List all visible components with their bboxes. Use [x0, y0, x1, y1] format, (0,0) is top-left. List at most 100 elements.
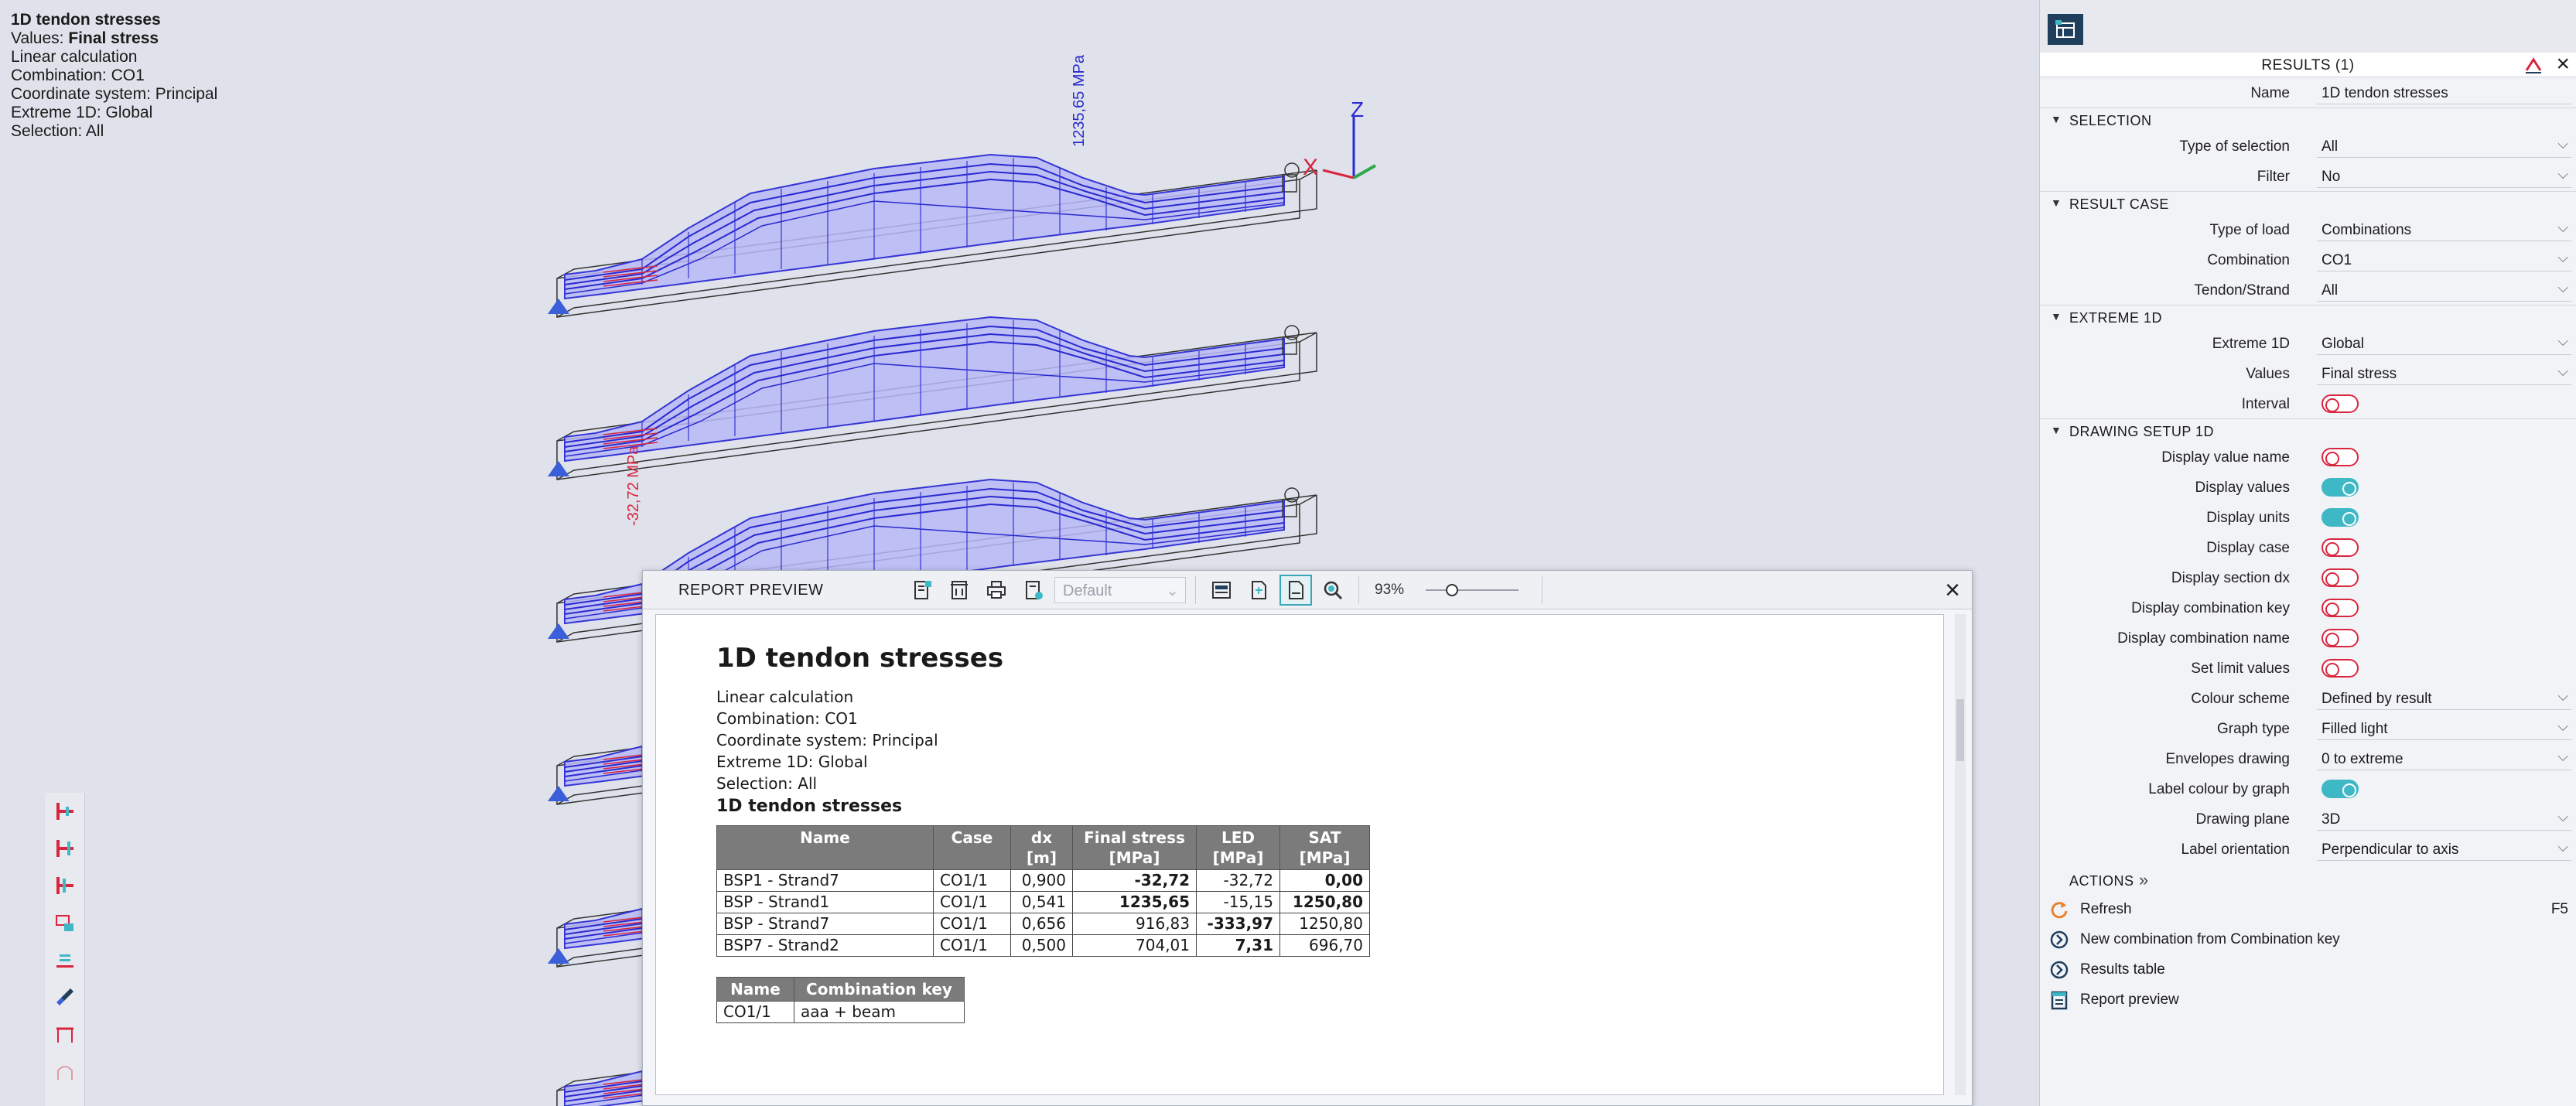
- property-row: Type of load Combinations ⌵: [2040, 214, 2576, 244]
- panel-toolbar: [2040, 0, 2576, 53]
- align-icon[interactable]: [45, 941, 85, 978]
- property-dropdown[interactable]: No ⌵: [2317, 164, 2571, 188]
- split-member-icon[interactable]: [45, 830, 85, 867]
- paint-brush-icon[interactable]: [45, 978, 85, 1016]
- property-dropdown[interactable]: Final stress ⌵: [2317, 361, 2571, 385]
- check-icon: ✓: [2344, 510, 2353, 523]
- chevron-right-circle-icon: [2049, 960, 2069, 980]
- toggle-switch[interactable]: ✓: [2321, 508, 2359, 527]
- report-scrollbar[interactable]: [1955, 614, 1966, 1095]
- dropdown-value: 3D: [2321, 811, 2341, 828]
- section-header-drawing[interactable]: ▼ DRAWING SETUP 1D: [2040, 418, 2576, 442]
- property-label: Display case: [2206, 540, 2290, 556]
- property-label: Display combination key: [2131, 600, 2290, 616]
- report-list-icon[interactable]: [906, 575, 938, 606]
- properties-icon[interactable]: [2048, 14, 2083, 45]
- section-header-extreme[interactable]: ▼ EXTREME 1D: [2040, 305, 2576, 328]
- info-values-value: Final stress: [68, 29, 159, 47]
- document-line: Coordinate system: Principal: [716, 731, 938, 749]
- table-cell: -32,72: [1196, 869, 1280, 892]
- action-refresh[interactable]: Refresh F5: [2040, 893, 2576, 923]
- toggle-switch[interactable]: [2321, 629, 2359, 647]
- property-dropdown[interactable]: All ⌵: [2317, 278, 2571, 302]
- property-row: Envelopes drawing 0 to extreme ⌵: [2040, 743, 2576, 773]
- table-cell: 7,31: [1196, 934, 1280, 957]
- shortcut-key: F5: [2550, 901, 2568, 917]
- close-icon[interactable]: ×: [1939, 575, 1966, 605]
- property-label: Combination: [2207, 252, 2290, 268]
- report-settings-icon[interactable]: [1017, 575, 1050, 606]
- extend-member-icon[interactable]: [45, 904, 85, 941]
- property-dropdown[interactable]: Combinations ⌵: [2317, 217, 2571, 241]
- scrollbar-thumb[interactable]: [1956, 699, 1964, 761]
- report-preview-title: REPORT PREVIEW: [678, 582, 824, 599]
- column-header: Case: [933, 825, 1011, 870]
- dropdown-value: Defined by result: [2321, 691, 2432, 707]
- name-field[interactable]: 1D tendon stresses: [2317, 80, 2571, 104]
- panel-header: RESULTS (1) ×: [2040, 53, 2576, 77]
- property-dropdown[interactable]: Perpendicular to axis ⌵: [2317, 837, 2571, 861]
- toggle-switch[interactable]: [2321, 538, 2359, 557]
- property-dropdown[interactable]: Defined by result ⌵: [2317, 686, 2571, 710]
- property-row: Graph type Filled light ⌵: [2040, 713, 2576, 743]
- toggle-switch[interactable]: [2321, 659, 2359, 678]
- arch-icon[interactable]: [45, 1053, 85, 1090]
- dropdown-value: No: [2321, 169, 2341, 185]
- table-cell: 1250,80: [1279, 913, 1370, 935]
- collapse-up-icon[interactable]: [2523, 55, 2544, 75]
- triangle-down-icon: ▼: [2051, 113, 2062, 125]
- frame-icon[interactable]: [45, 1016, 85, 1053]
- action-results-table[interactable]: Results table: [2040, 954, 2576, 984]
- column-header: Combination key: [794, 977, 965, 1002]
- property-label: Display section dx: [2171, 570, 2290, 586]
- chevron-down-icon: ⌵: [2557, 839, 2568, 855]
- fit-page-icon[interactable]: [1242, 575, 1275, 606]
- table-cell: 704,01: [1072, 934, 1197, 957]
- insert-node-icon[interactable]: [45, 793, 85, 830]
- property-row-name: Name 1D tendon stresses: [2040, 77, 2576, 108]
- action-new-combination[interactable]: New combination from Combination key: [2040, 923, 2576, 954]
- template-select[interactable]: Default ⌄: [1054, 577, 1186, 603]
- toggle-switch[interactable]: ✓: [2321, 478, 2359, 497]
- section-header-result-case[interactable]: ▼ RESULT CASE: [2040, 191, 2576, 214]
- property-row: Label colour by graph ✓: [2040, 773, 2576, 804]
- page-layout-icon[interactable]: [1205, 575, 1238, 606]
- toggle-switch[interactable]: [2321, 448, 2359, 466]
- zoom-slider[interactable]: [1426, 582, 1519, 598]
- close-icon[interactable]: ×: [2556, 53, 2570, 76]
- zoom-icon[interactable]: [1317, 575, 1349, 606]
- section-title: DRAWING SETUP 1D: [2069, 424, 2215, 439]
- dropdown-value: Final stress: [2321, 366, 2397, 382]
- property-dropdown[interactable]: Global ⌵: [2317, 331, 2571, 355]
- table-cell: aaa + beam: [794, 1001, 965, 1023]
- property-label: Display units: [2206, 510, 2290, 526]
- table-cell: 0,656: [1010, 913, 1073, 935]
- action-report-preview[interactable]: Report preview: [2040, 984, 2576, 1014]
- report-toolbar: Default ⌄ 93%: [906, 575, 1547, 606]
- double-chevron-right-icon[interactable]: »: [2139, 870, 2148, 890]
- info-title: 1D tendon stresses: [11, 11, 161, 29]
- toggle-switch[interactable]: [2321, 599, 2359, 617]
- report-delete-icon[interactable]: [943, 575, 975, 606]
- zoom-slider-handle[interactable]: [1446, 584, 1458, 596]
- property-dropdown[interactable]: 3D ⌵: [2317, 807, 2571, 831]
- connect-members-icon[interactable]: [45, 867, 85, 904]
- property-dropdown[interactable]: All ⌵: [2317, 134, 2571, 158]
- column-header: LED [MPa]: [1196, 825, 1280, 870]
- table-cell: CO1/1: [933, 934, 1011, 957]
- action-label: Report preview: [2080, 992, 2179, 1008]
- section-header-selection[interactable]: ▼ SELECTION: [2040, 108, 2576, 131]
- fit-width-icon[interactable]: [1279, 575, 1312, 606]
- property-dropdown[interactable]: CO1 ⌵: [2317, 247, 2571, 271]
- toggle-switch[interactable]: [2321, 394, 2359, 413]
- table-cell: CO1/1: [933, 891, 1011, 913]
- property-dropdown[interactable]: 0 to extreme ⌵: [2317, 746, 2571, 770]
- property-row: Display combination name: [2040, 623, 2576, 653]
- left-toolbar: [45, 793, 85, 1106]
- toggle-switch[interactable]: ✓: [2321, 780, 2359, 798]
- print-icon[interactable]: [980, 575, 1013, 606]
- toggle-switch[interactable]: [2321, 568, 2359, 587]
- chevron-down-icon: ⌵: [2557, 166, 2568, 182]
- info-line: Combination: CO1: [11, 67, 145, 84]
- property-dropdown[interactable]: Filled light ⌵: [2317, 716, 2571, 740]
